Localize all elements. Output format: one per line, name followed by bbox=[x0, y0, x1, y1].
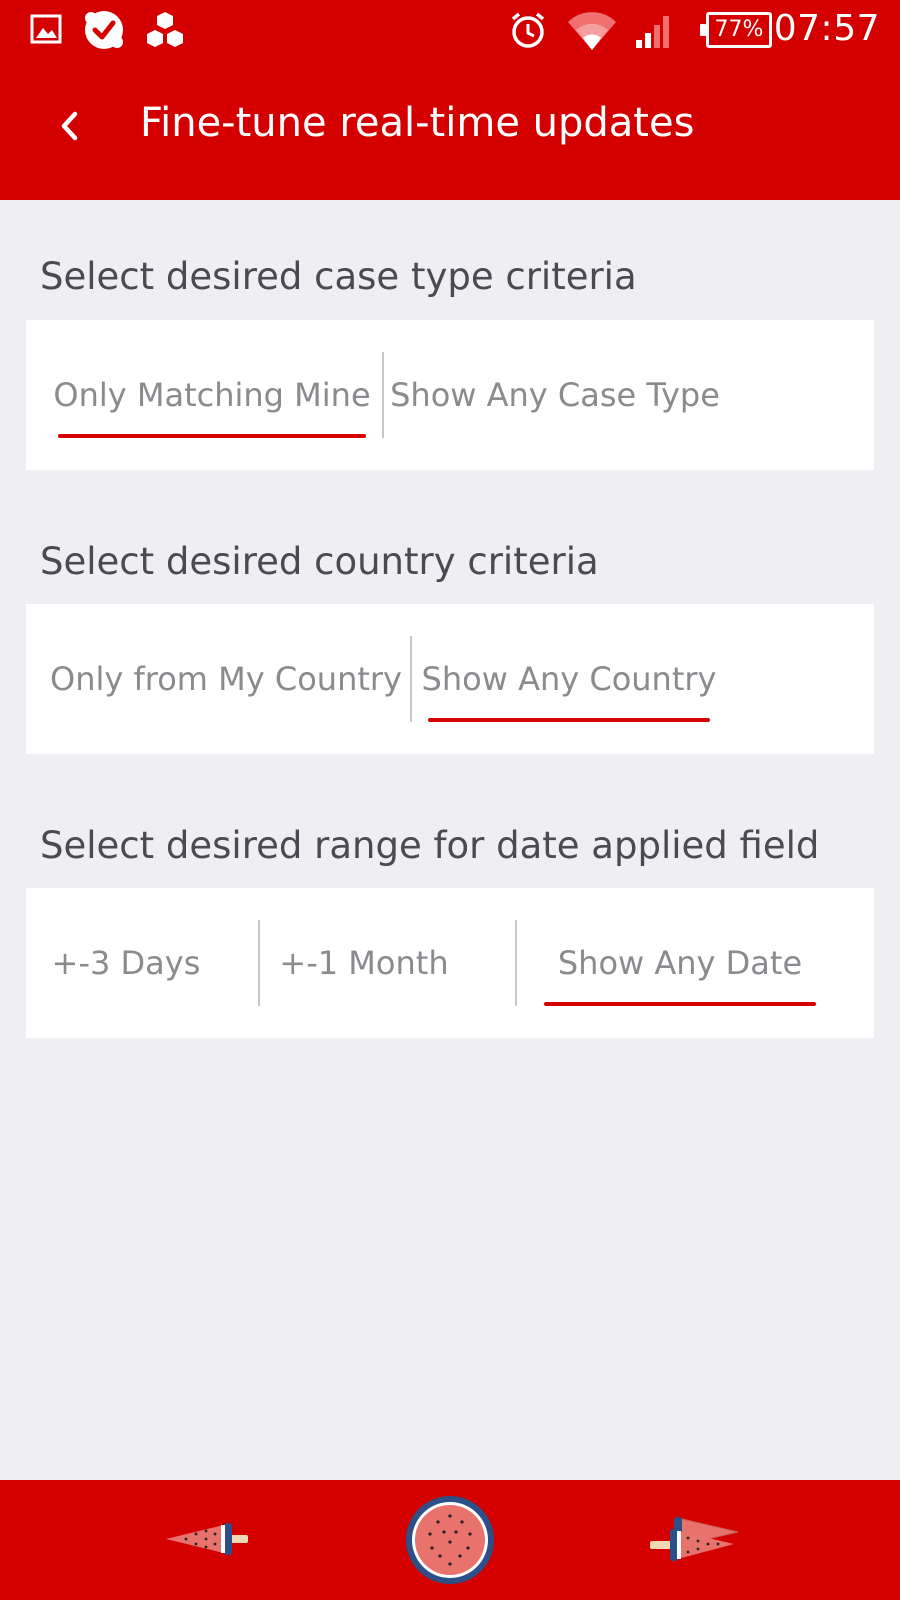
watermelon-slices-right-icon[interactable] bbox=[646, 1510, 742, 1572]
country-section-title: Select desired country criteria bbox=[40, 540, 599, 583]
country-selector: Only from My Country Show Any Country bbox=[26, 604, 874, 754]
gallery-icon bbox=[30, 14, 62, 48]
case-type-section-title: Select desired case type criteria bbox=[40, 255, 637, 298]
case-type-selector: Only Matching Mine Show Any Case Type bbox=[26, 320, 874, 470]
option-show-any-case-type[interactable]: Show Any Case Type bbox=[390, 320, 720, 470]
bottom-navigation bbox=[0, 1480, 900, 1600]
option-show-any-date[interactable]: Show Any Date bbox=[544, 888, 816, 1038]
option-plus-minus-1-month[interactable]: +-1 Month bbox=[279, 888, 448, 1038]
option-only-from-my-country[interactable]: Only from My Country bbox=[50, 604, 402, 754]
chevron-left-icon bbox=[57, 108, 83, 148]
app-bar: Fine-tune real-time updates bbox=[0, 62, 900, 200]
wifi-icon bbox=[566, 10, 618, 56]
page-title: Fine-tune real-time updates bbox=[140, 100, 695, 146]
date-range-selector: +-3 Days +-1 Month Show Any Date bbox=[26, 888, 874, 1038]
signal-icon bbox=[634, 12, 674, 54]
battery-indicator: 77% bbox=[700, 12, 772, 48]
check-badge-icon bbox=[82, 8, 126, 56]
alarm-icon bbox=[508, 10, 548, 54]
date-range-section-title: Select desired range for date applied fi… bbox=[40, 824, 820, 867]
back-button[interactable] bbox=[40, 98, 100, 158]
option-show-any-country[interactable]: Show Any Country bbox=[422, 604, 716, 754]
divider bbox=[258, 920, 260, 1006]
divider bbox=[382, 352, 384, 438]
watermelon-slice-left-icon[interactable] bbox=[162, 1514, 252, 1568]
divider bbox=[410, 636, 412, 722]
divider bbox=[515, 920, 517, 1006]
clock: 07:57 bbox=[773, 8, 880, 49]
watermelon-round-icon[interactable] bbox=[404, 1494, 496, 1590]
option-only-matching-mine[interactable]: Only Matching Mine bbox=[53, 320, 371, 470]
status-bar: 77% 07:57 bbox=[0, 0, 900, 62]
option-plus-minus-3-days[interactable]: +-3 Days bbox=[52, 888, 201, 1038]
hexagons-icon bbox=[144, 10, 186, 56]
